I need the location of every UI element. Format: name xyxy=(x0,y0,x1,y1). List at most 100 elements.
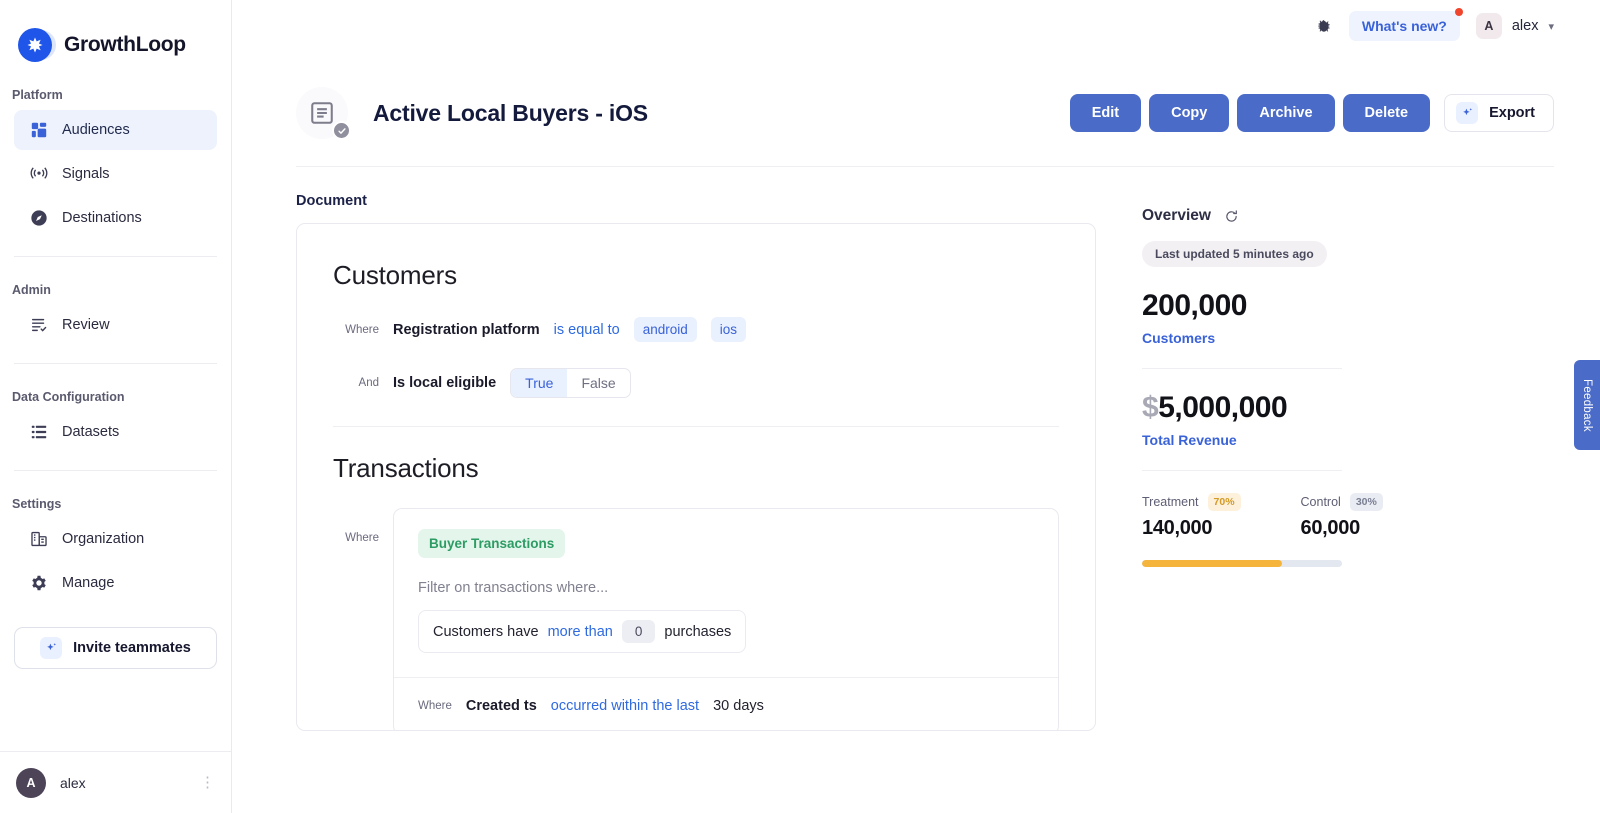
treatment-value: 140,000 xyxy=(1142,517,1213,539)
treatment-header: Treatment 70% xyxy=(1142,493,1241,511)
topbar: What's new? A alex ▾ xyxy=(232,0,1600,42)
sidebar-divider xyxy=(14,256,217,257)
toggle-false-option[interactable]: False xyxy=(567,369,629,397)
sidebar-item-review[interactable]: Review xyxy=(14,305,217,345)
sidebar-divider xyxy=(14,470,217,471)
boolean-toggle-group: True False xyxy=(510,368,631,398)
control-header: Control 30% xyxy=(1301,493,1383,511)
treatment-metric: Treatment 70% 140,000 xyxy=(1142,493,1241,540)
page-title: Active Local Buyers - iOS xyxy=(373,99,648,126)
sidebar-item-datasets[interactable]: Datasets xyxy=(14,412,217,452)
footer-operator[interactable]: occurred within the last xyxy=(551,698,699,714)
feedback-tab[interactable]: Feedback xyxy=(1574,360,1600,450)
sidebar-item-label: Manage xyxy=(62,575,115,591)
sidebar-item-signals[interactable]: Signals xyxy=(14,154,217,194)
inner-filter-prefix: Customers have xyxy=(433,623,539,640)
audience-type-badge xyxy=(296,87,351,140)
brand[interactable]: GrowthLoop xyxy=(0,0,231,62)
chevron-down-icon: ▾ xyxy=(1548,20,1554,33)
export-label: Export xyxy=(1489,105,1535,121)
sidebar-divider xyxy=(14,363,217,364)
gear-icon xyxy=(30,574,48,592)
transactions-keyword: Where xyxy=(345,532,379,544)
control-percent-badge: 30% xyxy=(1349,493,1383,511)
refresh-icon[interactable] xyxy=(1224,209,1239,224)
sidebar-item-organization[interactable]: Organization xyxy=(14,519,217,559)
main-content: What's new? A alex ▾ Active Local Buyers… xyxy=(232,0,1600,813)
invite-teammates-container: Invite teammates xyxy=(14,627,217,669)
sidebar-item-audiences[interactable]: Audiences xyxy=(14,110,217,150)
document-column: Document Customers Where Registration pl… xyxy=(296,193,1096,731)
toggle-true-option[interactable]: True xyxy=(511,369,568,397)
split-metrics-row: Treatment 70% 140,000 Control 30% 60,000 xyxy=(1142,493,1554,540)
invite-teammates-button[interactable]: Invite teammates xyxy=(14,627,217,669)
edit-button[interactable]: Edit xyxy=(1069,94,1142,132)
metric-value-total-revenue: $5,000,000 xyxy=(1142,391,1554,425)
metric-label-customers[interactable]: Customers xyxy=(1142,330,1554,346)
content-area: Document Customers Where Registration pl… xyxy=(232,167,1600,731)
overview-title: Overview xyxy=(1142,207,1211,224)
transactions-card-footer: Where Created ts occurred within the las… xyxy=(394,677,1058,730)
metric-label-total-revenue[interactable]: Total Revenue xyxy=(1142,432,1554,448)
user-avatar: A xyxy=(1475,13,1502,39)
archive-button[interactable]: Archive xyxy=(1237,94,1335,132)
more-options-icon[interactable]: ⋮ xyxy=(200,775,215,790)
brand-logo-icon xyxy=(18,28,52,62)
treatment-percent-badge: 70% xyxy=(1207,493,1241,511)
footer-value[interactable]: 30 days xyxy=(713,698,764,714)
overview-column: Overview Last updated 5 minutes ago 200,… xyxy=(1142,193,1554,731)
inner-filter-row: Customers have more than 0 purchases xyxy=(418,610,747,653)
building-icon xyxy=(30,530,48,548)
sidebar-footer: A alex ⋮ xyxy=(0,751,231,813)
split-progress-bar xyxy=(1142,560,1342,567)
compass-icon xyxy=(30,209,48,227)
check-circle-icon xyxy=(332,121,351,140)
document-section-label: Document xyxy=(296,193,367,209)
sidebar-item-label: Signals xyxy=(62,166,110,182)
condition-field[interactable]: Registration platform xyxy=(393,322,540,338)
avatar[interactable]: A xyxy=(16,767,46,798)
footer-keyword: Where xyxy=(418,700,452,712)
feedback-label: Feedback xyxy=(1581,378,1593,432)
sidebar-item-destinations[interactable]: Destinations xyxy=(14,198,217,238)
condition-value-pill[interactable]: ios xyxy=(710,317,747,342)
sidebar-item-manage[interactable]: Manage xyxy=(14,563,217,603)
brand-name: GrowthLoop xyxy=(64,33,186,56)
sparkle-icon xyxy=(1456,102,1479,124)
sidebar: GrowthLoop Platform Audiences Signals De… xyxy=(0,0,232,813)
document-icon xyxy=(309,100,335,126)
filter-hint-text: Filter on transactions where... xyxy=(418,580,609,596)
condition-field[interactable]: Is local eligible xyxy=(393,375,496,391)
metric-value-customers: 200,000 xyxy=(1142,289,1554,323)
sidebar-section-data-configuration-label: Data Configuration xyxy=(12,390,125,404)
metric-number: 200,000 xyxy=(1142,289,1247,322)
sidebar-section-platform-label: Platform xyxy=(12,88,63,102)
page-header: Active Local Buyers - iOS Edit Copy Arch… xyxy=(232,42,1600,140)
customers-entity-title: Customers xyxy=(333,260,457,290)
inner-filter-operator[interactable]: more than xyxy=(548,624,613,640)
delete-button[interactable]: Delete xyxy=(1342,94,1431,132)
sidebar-item-label: Review xyxy=(62,317,110,333)
list-icon xyxy=(30,423,48,441)
inner-filter-value-input[interactable]: 0 xyxy=(621,620,656,643)
footer-field[interactable]: Created ts xyxy=(466,698,537,714)
sparkle-icon xyxy=(40,637,63,659)
condition-operator[interactable]: is equal to xyxy=(554,322,620,338)
export-button[interactable]: Export xyxy=(1444,94,1554,132)
whats-new-button[interactable]: What's new? xyxy=(1348,8,1463,41)
treatment-label: Treatment xyxy=(1142,495,1199,509)
sidebar-item-label: Organization xyxy=(62,531,145,547)
notification-dot xyxy=(1454,8,1463,16)
condition-value-pill[interactable]: android xyxy=(633,317,697,342)
sidebar-item-label: Destinations xyxy=(62,210,142,226)
control-label: Control xyxy=(1300,495,1341,509)
whats-new-label: What's new? xyxy=(1361,18,1447,34)
user-menu[interactable]: A alex ▾ xyxy=(1475,13,1554,39)
bug-icon[interactable] xyxy=(1316,18,1333,35)
condition-row: And Is local eligible True False xyxy=(333,368,1059,398)
copy-button[interactable]: Copy xyxy=(1149,94,1230,132)
control-metric: Control 30% 60,000 xyxy=(1301,493,1383,540)
control-value: 60,000 xyxy=(1300,517,1361,539)
entity-pill-buyer-transactions[interactable]: Buyer Transactions xyxy=(418,529,566,558)
checklist-icon xyxy=(30,316,48,334)
